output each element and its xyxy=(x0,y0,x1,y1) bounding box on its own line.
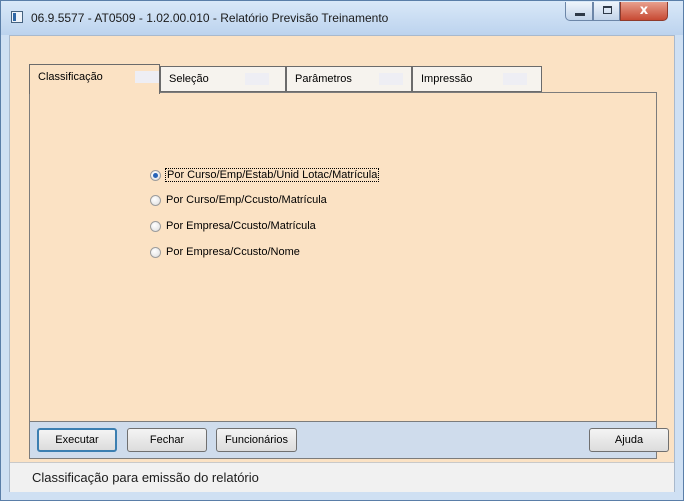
tab-label: Classificação xyxy=(38,71,103,83)
ajuda-button[interactable]: Ajuda xyxy=(589,428,669,452)
tab-selecao[interactable]: Seleção xyxy=(160,66,286,92)
close-icon: x xyxy=(639,3,649,18)
radio-label[interactable]: Por Curso/Emp/Ccusto/Matrícula xyxy=(166,194,327,206)
minimize-icon xyxy=(575,13,585,16)
tab-decoration xyxy=(245,73,269,85)
tab-decoration xyxy=(135,71,159,83)
title-bar[interactable]: 06.9.5577 - AT0509 - 1.02.00.010 - Relat… xyxy=(1,1,683,35)
client-area: Classificação Seleção Parâmetros Impress… xyxy=(9,35,675,492)
tab-impressao[interactable]: Impressão xyxy=(412,66,542,92)
maximize-button[interactable] xyxy=(593,2,620,21)
radio-button[interactable] xyxy=(150,247,161,258)
radio-label[interactable]: Por Empresa/Ccusto/Matrícula xyxy=(166,220,316,232)
tab-label: Parâmetros xyxy=(295,73,352,85)
classificacao-panel: Por Curso/Emp/Estab/Unid Lotac/Matrícula… xyxy=(29,92,657,422)
status-bar: Classificação para emissão do relatório xyxy=(10,462,674,492)
tab-classificacao[interactable]: Classificação xyxy=(29,64,160,94)
tab-label: Impressão xyxy=(421,73,473,85)
report-window: 06.9.5577 - AT0509 - 1.02.00.010 - Relat… xyxy=(0,0,684,501)
app-icon[interactable] xyxy=(11,11,23,23)
close-button[interactable]: x xyxy=(620,2,668,21)
radio-label[interactable]: Por Curso/Emp/Estab/Unid Lotac/Matrícula xyxy=(165,168,380,182)
tab-decoration xyxy=(503,73,527,85)
maximize-icon xyxy=(603,6,612,14)
tab-label: Seleção xyxy=(169,73,209,85)
radio-label[interactable]: Por Empresa/Ccusto/Nome xyxy=(166,246,300,258)
radio-button[interactable] xyxy=(150,221,161,232)
radio-button-selected[interactable] xyxy=(150,170,161,181)
window-title: 06.9.5577 - AT0509 - 1.02.00.010 - Relat… xyxy=(31,11,389,25)
fechar-button[interactable]: Fechar xyxy=(127,428,207,452)
button-bar: Executar Fechar Funcionários Ajuda xyxy=(29,422,669,459)
status-text: Classificação para emissão do relatório xyxy=(32,470,259,485)
tab-decoration xyxy=(379,73,403,85)
funcionarios-button[interactable]: Funcionários xyxy=(216,428,297,452)
tab-parametros[interactable]: Parâmetros xyxy=(286,66,412,92)
minimize-button[interactable] xyxy=(565,2,593,21)
radio-button[interactable] xyxy=(150,195,161,206)
executar-button[interactable]: Executar xyxy=(37,428,117,452)
